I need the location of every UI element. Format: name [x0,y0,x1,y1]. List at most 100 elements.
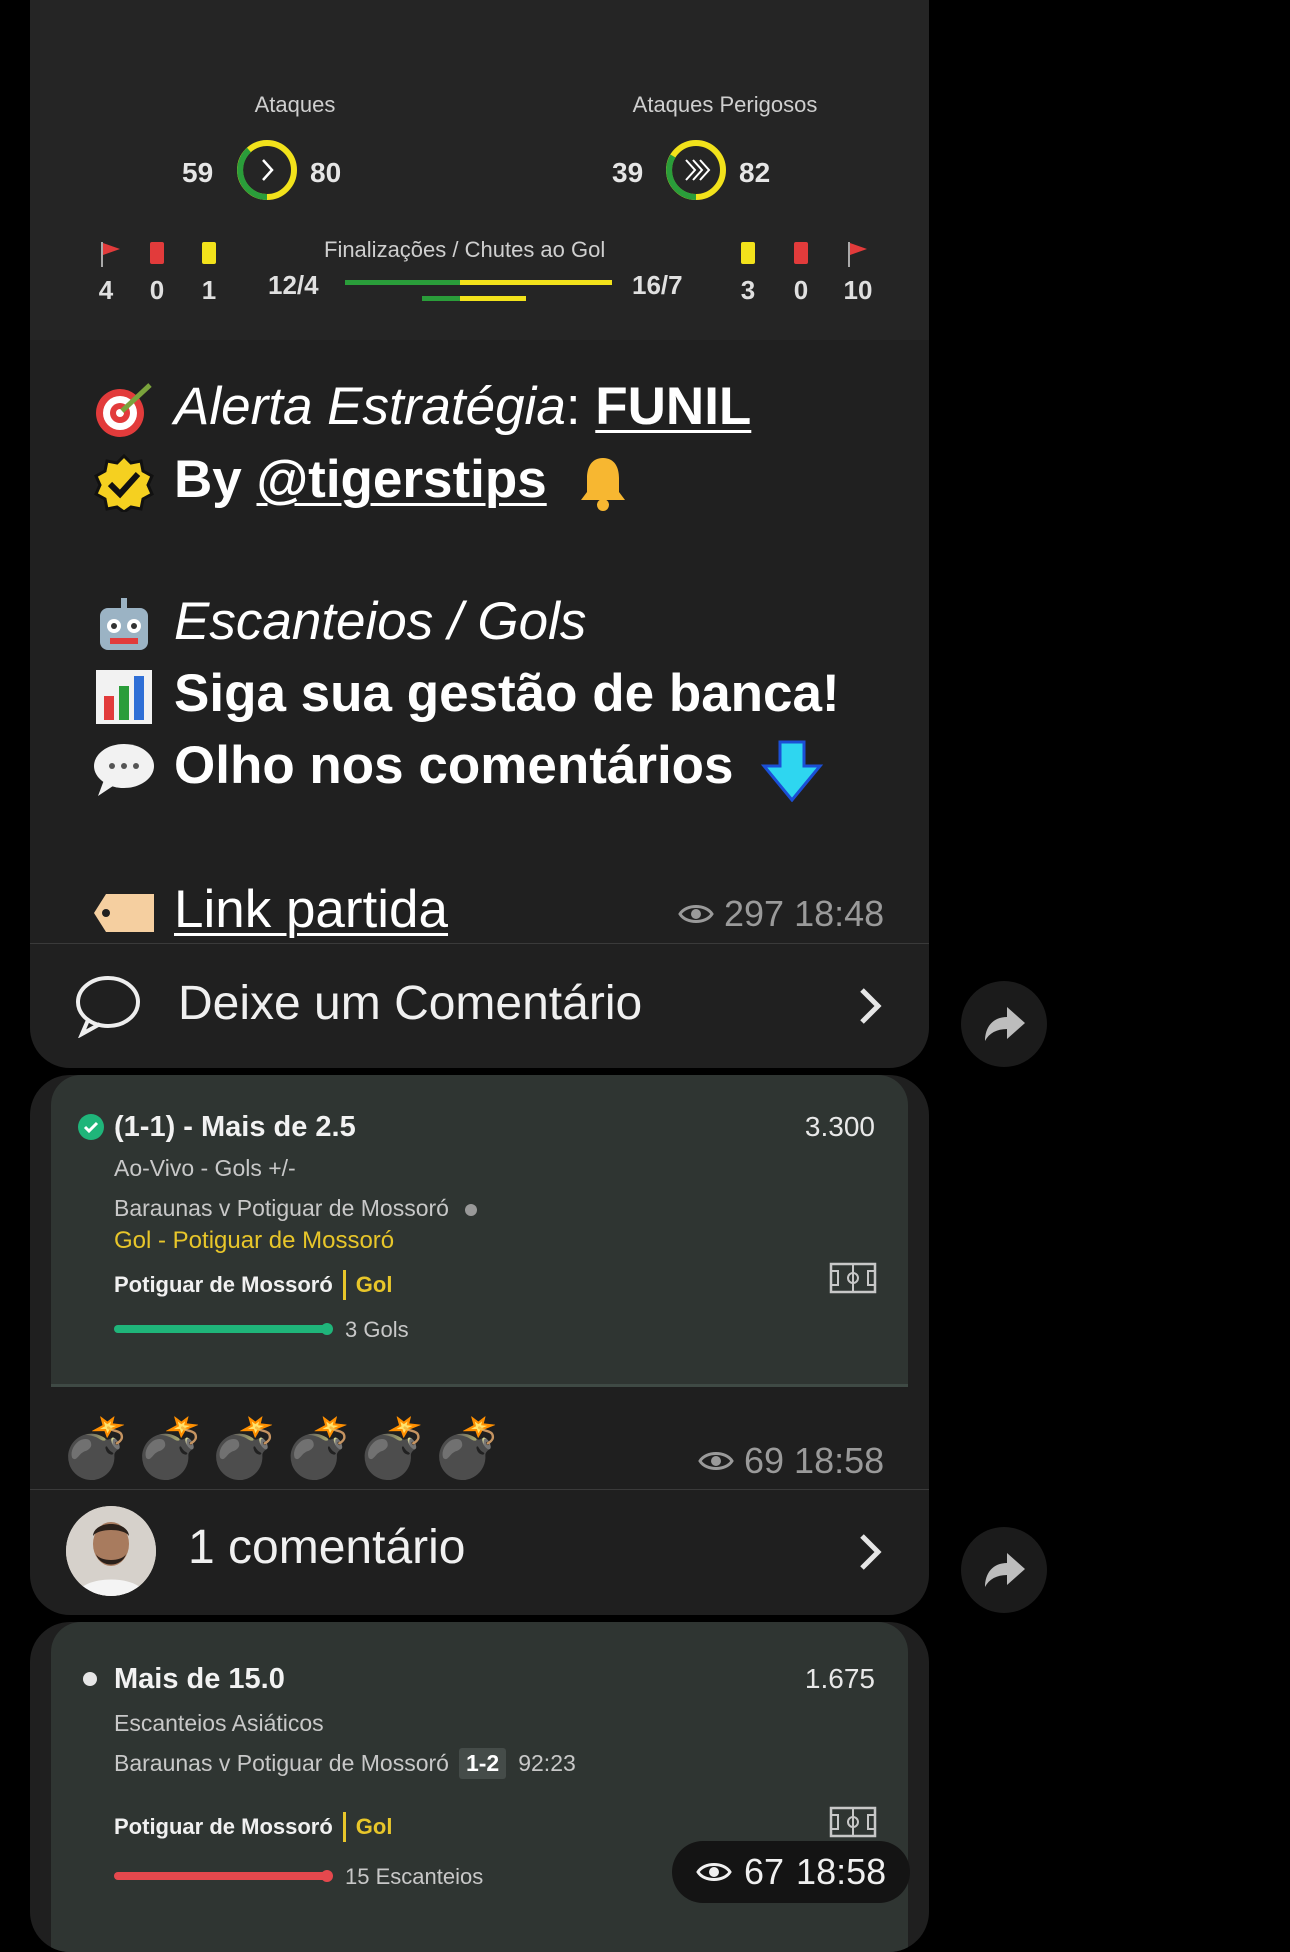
author-line: By @tigerstips [92,448,655,514]
bet-team-row: Potiguar de Mossoró Gol [114,1270,392,1300]
attacks-home: 59 [182,157,214,188]
bankroll-line: Siga sua gestão de banca! [92,662,840,726]
bet-message: (1-1) - Mais de 2.5 3.300 Ao-Vivo - Gols… [30,1075,929,1615]
bet-message: Mais de 15.0 1.675 Escanteios Asiáticos … [30,1622,929,1952]
channel-message: Alerta Estratégia: FUNIL By @tigerstips … [30,340,929,1068]
shots-on-target-home-bar [422,296,460,301]
home-yellow-cards: 1 [201,275,217,305]
comments-button[interactable]: 1 comentário [30,1490,929,1615]
bet-progress-fill [114,1872,328,1880]
match-clock: 92:23 [518,1750,576,1776]
bet-progress-track [114,1872,328,1880]
bet-title: (1-1) - Mais de 2.5 [114,1111,356,1143]
bet-title: Mais de 15.0 [114,1663,285,1695]
target-icon [92,381,160,439]
forward-button[interactable] [961,981,1047,1067]
dangerous-attacks-label: Ataques Perigosos [632,92,818,117]
robot-icon [92,596,160,654]
corner-flag-icon [98,240,124,273]
bet-won-icon [78,1114,104,1140]
bet-progress-knob [321,1870,333,1882]
views-count: 297 [724,893,785,934]
strategy-link[interactable]: FUNIL [595,377,751,436]
shots-label: Finalizações / Chutes ao Gol [324,237,606,262]
team-name: Potiguar de Mossoró [114,1272,333,1297]
shots-away-bar [460,280,612,285]
event-tag: Gol [355,1814,393,1839]
eye-icon [678,905,714,923]
comments-count-label: 1 comentário [188,1521,466,1574]
views-count: 69 [744,1440,785,1481]
bet-match: Baraunas v Potiguar de Mossoró [114,1195,478,1222]
red-card-icon [150,242,164,264]
home-corners: 4 [98,275,114,305]
yellow-card-icon [741,242,755,264]
dangerous-attacks-ring-icon [664,138,728,202]
category-line: Escanteios / Gols [92,590,586,654]
event-tag: Gol [355,1272,393,1297]
bet-odd: 3.300 [804,1111,875,1142]
message-time: 18:58 [794,1440,885,1481]
dangerous-home: 39 [612,157,644,188]
leave-comment-label: Deixe um Comentário [178,977,643,1030]
bet-progress-knob [321,1323,333,1335]
away-yellow-cards: 3 [740,275,756,305]
bet-match: Baraunas v Potiguar de Mossoró 1-2 92:23 [114,1748,576,1779]
dangerous-away: 82 [739,157,771,188]
ball-icon [465,1204,478,1216]
bet-progress-label: 3 Gols [345,1317,409,1342]
message-meta: 67 18:58 [672,1841,911,1903]
bet-progress-fill [114,1325,328,1333]
forward-button[interactable] [961,1527,1047,1613]
shots-home: 12/4 [268,270,319,300]
bet-event: Gol - Potiguar de Mossoró [114,1227,395,1254]
shots-home-bar [345,280,460,285]
bell-icon [573,454,641,512]
message-meta: 297 18:48 [678,893,884,935]
bar-chart-icon [92,668,160,726]
bet-market: Escanteios Asiáticos [114,1710,324,1736]
label-tag-icon [92,884,160,942]
comments-hint-line: Olho nos comentários [92,734,842,803]
leave-comment-button[interactable]: Deixe um Comentário [30,944,929,1068]
author-mention-link[interactable]: @tigerstips [256,450,546,509]
match-stats-panel: Ataques 59 80 Ataques Perigosos 39 82 4 … [30,0,929,340]
bomb-reactions: 💣💣💣💣💣💣 [60,1416,506,1481]
yellow-card-icon [202,242,216,264]
message-time: 18:48 [794,893,885,934]
home-red-cards: 0 [149,275,165,305]
away-red-cards: 0 [793,275,809,305]
pitch-icon[interactable] [829,1806,877,1838]
message-time: 18:58 [796,1851,887,1892]
arrow-down-icon [760,740,828,803]
bet-card[interactable]: (1-1) - Mais de 2.5 3.300 Ao-Vivo - Gols… [51,1075,908,1387]
bet-team-row: Potiguar de Mossoró Gol [114,1812,392,1842]
live-score: 1-2 [458,1748,507,1779]
corner-flag-icon [845,240,871,273]
comment-bubble-icon [76,976,140,1038]
avatar [66,1506,156,1596]
share-arrow-icon [985,1553,1025,1587]
eye-icon [696,1863,732,1881]
team-separator [342,1812,346,1842]
chevron-right-icon [858,986,884,1031]
attacks-label: Ataques [254,92,336,117]
pitch-icon[interactable] [829,1262,877,1294]
shots-away: 16/7 [632,270,683,300]
red-card-icon [794,242,808,264]
bet-progress-track [114,1325,328,1333]
away-corners: 10 [843,275,873,305]
match-link[interactable]: Link partida [174,880,448,939]
eye-icon [698,1452,734,1470]
bet-status-dot [83,1672,97,1686]
attacks-ring-icon [235,138,299,202]
team-separator [342,1270,346,1300]
chevron-right-icon [858,1532,884,1577]
bet-odd: 1.675 [804,1663,875,1694]
speech-balloon-icon [92,740,160,798]
message-meta: 69 18:58 [698,1440,884,1482]
bet-market: Ao-Vivo - Gols +/- [114,1155,296,1181]
shots-on-target-away-bar [460,296,526,301]
strategy-line: Alerta Estratégia: FUNIL [92,375,751,439]
views-count: 67 [744,1851,785,1892]
